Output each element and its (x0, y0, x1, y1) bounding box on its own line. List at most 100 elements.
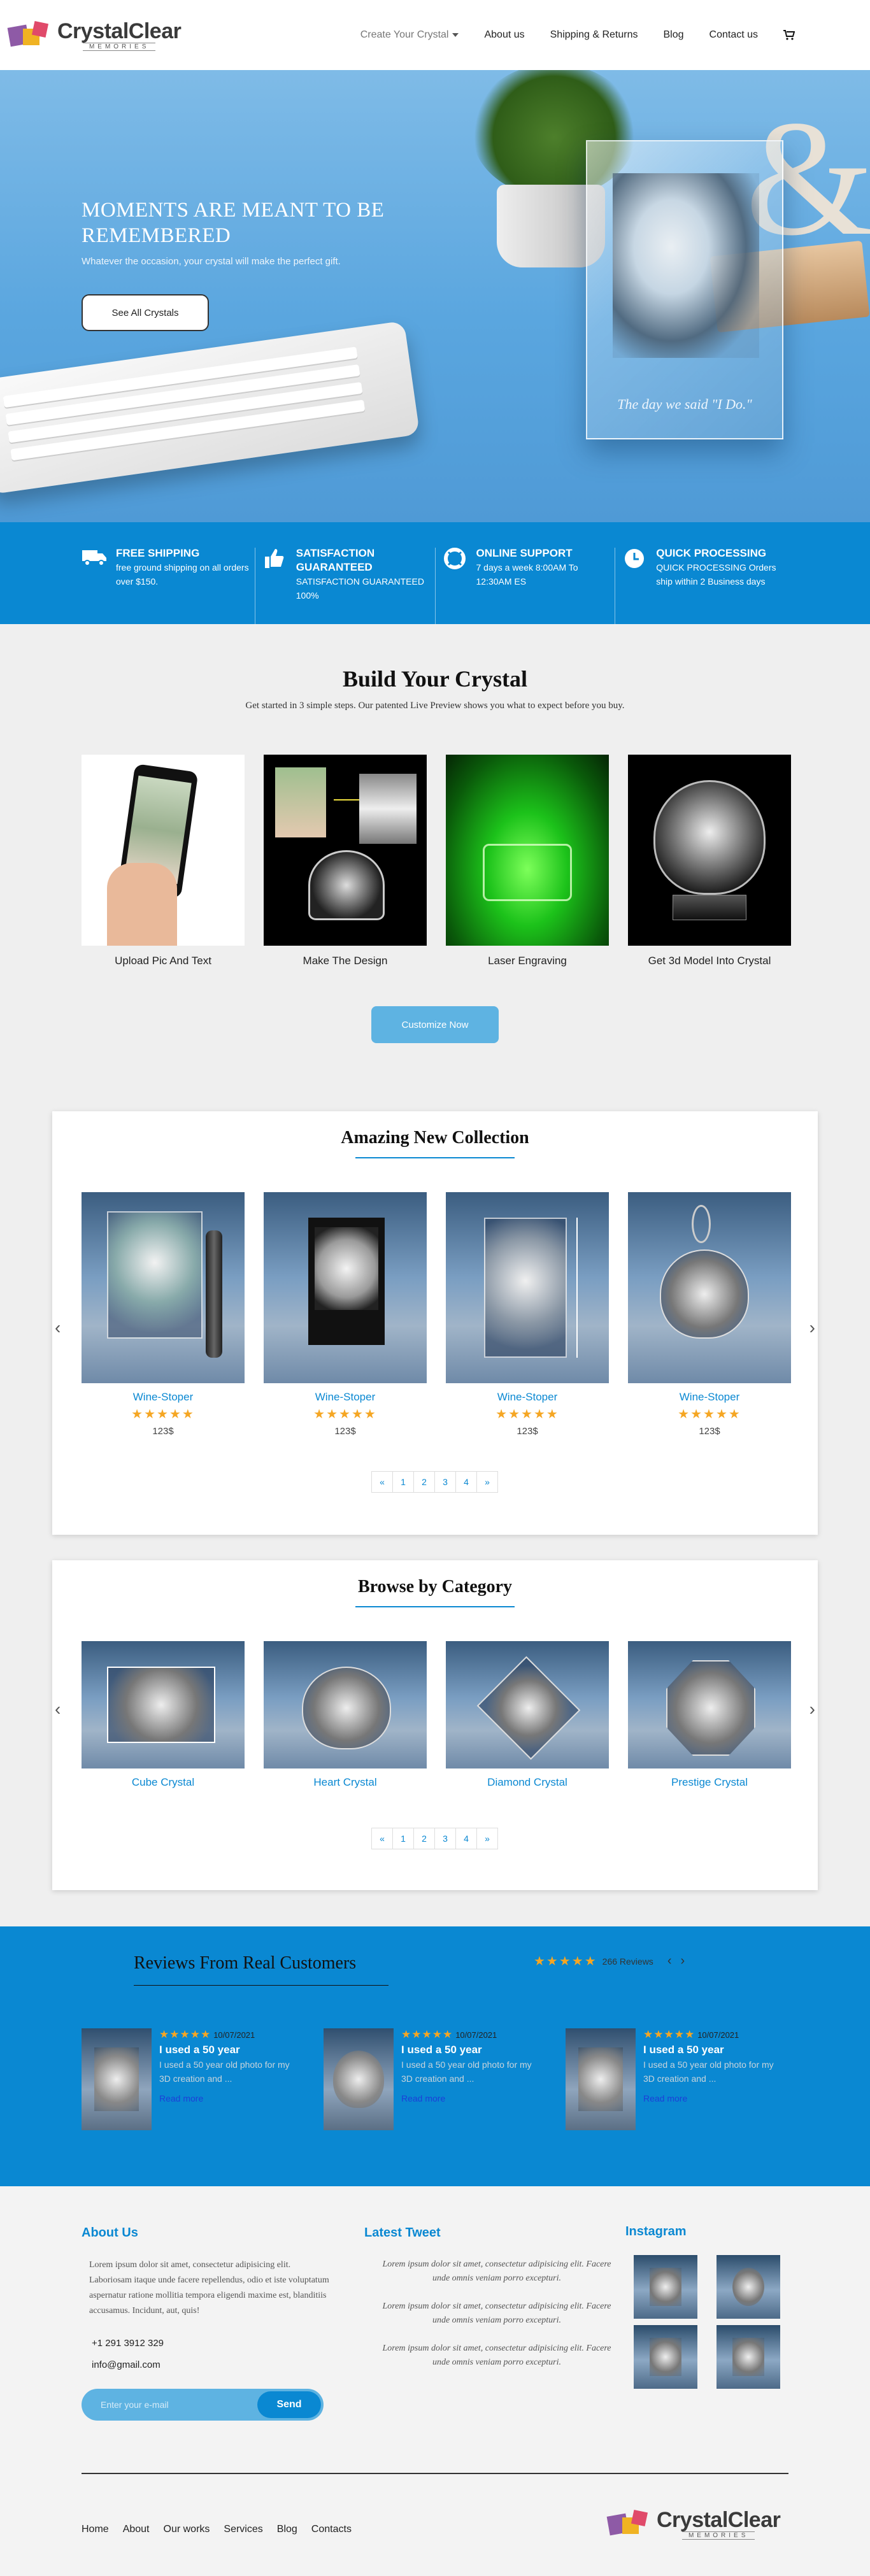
product-name[interactable]: Wine-Stoper (446, 1391, 609, 1404)
category-card[interactable]: Heart Crystal (264, 1641, 427, 1789)
pager-page[interactable]: 2 (413, 1471, 435, 1493)
nav-create-your-crystal[interactable]: Create Your Crystal (360, 29, 459, 41)
category-image (82, 1641, 245, 1768)
review-date: 10/07/2021 (213, 2030, 255, 2040)
site-logo[interactable]: CrystalClear MEMORIES (7, 19, 182, 51)
pager-page[interactable]: 2 (413, 1828, 435, 1849)
logo-mark-icon (606, 2509, 650, 2538)
category-name[interactable]: Cube Crystal (82, 1776, 245, 1789)
laser-engraving-image (446, 755, 609, 946)
pager-page[interactable]: 4 (455, 1471, 477, 1493)
chevron-left-icon[interactable]: ‹ (667, 1954, 672, 1968)
review-card: ★★★★★ 10/07/2021 I used a 50 year I used … (566, 2028, 782, 2130)
tweet-heading: Latest Tweet (364, 2226, 441, 2240)
read-more-link[interactable]: Read more (159, 2093, 298, 2103)
instagram-photo[interactable] (634, 2255, 697, 2319)
pager-page[interactable]: 3 (434, 1471, 456, 1493)
pager-next[interactable]: » (476, 1471, 498, 1493)
rating-stars: ★★★★★ (159, 2028, 211, 2040)
rating-stars: ★★★★★ (313, 1407, 377, 1421)
category-name[interactable]: Diamond Crystal (446, 1776, 609, 1789)
about-heading: About Us (82, 2226, 138, 2240)
design-image (264, 755, 427, 946)
lifebuoy-icon (442, 548, 467, 573)
product-name[interactable]: Wine-Stoper (264, 1391, 427, 1404)
category-name[interactable]: Prestige Crystal (628, 1776, 791, 1789)
step-label: Laser Engraving (488, 955, 567, 967)
about-text: Lorem ipsum dolor sit amet, consectetur … (89, 2260, 329, 2316)
pager-page[interactable]: 1 (392, 1471, 414, 1493)
footer-link-contacts[interactable]: Contacts (311, 2524, 352, 2535)
instagram-photo[interactable] (717, 2255, 780, 2319)
truck-icon (82, 548, 107, 573)
feature-title: QUICK PROCESSING (656, 547, 767, 559)
hero-title: MOMENTS ARE MEANT TO BE REMEMBERED (82, 199, 385, 247)
pager-prev[interactable]: « (371, 1471, 393, 1493)
instagram-photo[interactable] (717, 2325, 780, 2389)
footer-link-our-works[interactable]: Our works (164, 2524, 210, 2535)
collection-pagination: « 1 2 3 4 » (371, 1471, 498, 1493)
crystal-caption: The day we said "I Do." (617, 396, 752, 412)
logo-word: CrystalClear (57, 19, 182, 43)
step-3d-model: Get 3d Model Into Crystal (628, 755, 791, 967)
customize-now-button[interactable]: Customize Now (371, 1006, 499, 1043)
pager-page[interactable]: 1 (392, 1828, 414, 1849)
footer-logo[interactable]: CrystalClear MEMORIES (606, 2508, 781, 2540)
read-more-link[interactable]: Read more (643, 2093, 782, 2103)
pager-prev[interactable]: « (371, 1828, 393, 1849)
build-subtitle: Get started in 3 simple steps. Our paten… (245, 701, 625, 711)
product-card[interactable]: Wine-Stoper ★★★★★ 123$ (628, 1192, 791, 1437)
see-all-crystals-button[interactable]: See All Crystals (82, 294, 209, 331)
review-title: I used a 50 year (159, 2044, 240, 2056)
feature-quick-processing: QUICK PROCESSING QUICK PROCESSING Orders … (615, 547, 795, 624)
contact-phone: +1 291 3912 329 (92, 2338, 164, 2349)
chevron-right-icon[interactable]: › (680, 1954, 685, 1968)
carousel-prev-icon[interactable]: ‹ (55, 1699, 61, 1719)
pager-page[interactable]: 4 (455, 1828, 477, 1849)
carousel-prev-icon[interactable]: ‹ (55, 1318, 61, 1338)
product-image (264, 1192, 427, 1383)
category-cards: Cube Crystal Heart Crystal Diamond Cryst… (82, 1641, 791, 1789)
contact-email[interactable]: info@gmail.com (92, 2359, 160, 2370)
tweet-item: Lorem ipsum dolor sit amet, consectetur … (382, 2259, 611, 2283)
site-header: CrystalClear MEMORIES Create Your Crysta… (0, 0, 870, 70)
collection-title: Amazing New Collection (341, 1128, 529, 1148)
product-card[interactable]: Wine-Stoper ★★★★★ 123$ (82, 1192, 245, 1437)
instagram-photo[interactable] (634, 2325, 697, 2389)
footer-link-blog[interactable]: Blog (277, 2524, 297, 2535)
send-button[interactable]: Send (257, 2391, 321, 2418)
site-footer: About Us Lorem ipsum dolor sit amet, con… (0, 2186, 870, 2576)
review-card: ★★★★★ 10/07/2021 I used a 50 year I used … (324, 2028, 540, 2130)
read-more-link[interactable]: Read more (401, 2093, 540, 2103)
product-name[interactable]: Wine-Stoper (628, 1391, 791, 1404)
review-photo (82, 2028, 152, 2130)
product-image (82, 1192, 245, 1383)
product-name[interactable]: Wine-Stoper (82, 1391, 245, 1404)
cart-icon[interactable] (783, 30, 795, 40)
nav-shipping-returns[interactable]: Shipping & Returns (550, 29, 638, 41)
feature-text: QUICK PROCESSING Orders ship within 2 Bu… (656, 562, 776, 587)
product-price: 123$ (334, 1426, 356, 1437)
footer-link-about[interactable]: About (123, 2524, 150, 2535)
product-image (628, 1192, 791, 1383)
nav-about-us[interactable]: About us (484, 29, 524, 41)
review-text: I used a 50 year old photo for my 3D cre… (159, 2060, 290, 2084)
review-title: I used a 50 year (401, 2044, 482, 2056)
step-label: Get 3d Model Into Crystal (648, 955, 771, 967)
product-price: 123$ (517, 1426, 538, 1437)
product-card[interactable]: Wine-Stoper ★★★★★ 123$ (446, 1192, 609, 1437)
footer-link-services[interactable]: Services (224, 2524, 262, 2535)
pager-next[interactable]: » (476, 1828, 498, 1849)
footer-link-home[interactable]: Home (82, 2524, 109, 2535)
category-card[interactable]: Diamond Crystal (446, 1641, 609, 1789)
category-card[interactable]: Cube Crystal (82, 1641, 245, 1789)
carousel-next-icon[interactable]: › (809, 1699, 815, 1719)
nav-blog[interactable]: Blog (663, 29, 683, 41)
subscribe-input[interactable]: Enter your e-mail (101, 2400, 169, 2410)
nav-contact-us[interactable]: Contact us (710, 29, 758, 41)
carousel-next-icon[interactable]: › (809, 1318, 815, 1338)
pager-page[interactable]: 3 (434, 1828, 456, 1849)
product-card[interactable]: Wine-Stoper ★★★★★ 123$ (264, 1192, 427, 1437)
category-name[interactable]: Heart Crystal (264, 1776, 427, 1789)
category-card[interactable]: Prestige Crystal (628, 1641, 791, 1789)
